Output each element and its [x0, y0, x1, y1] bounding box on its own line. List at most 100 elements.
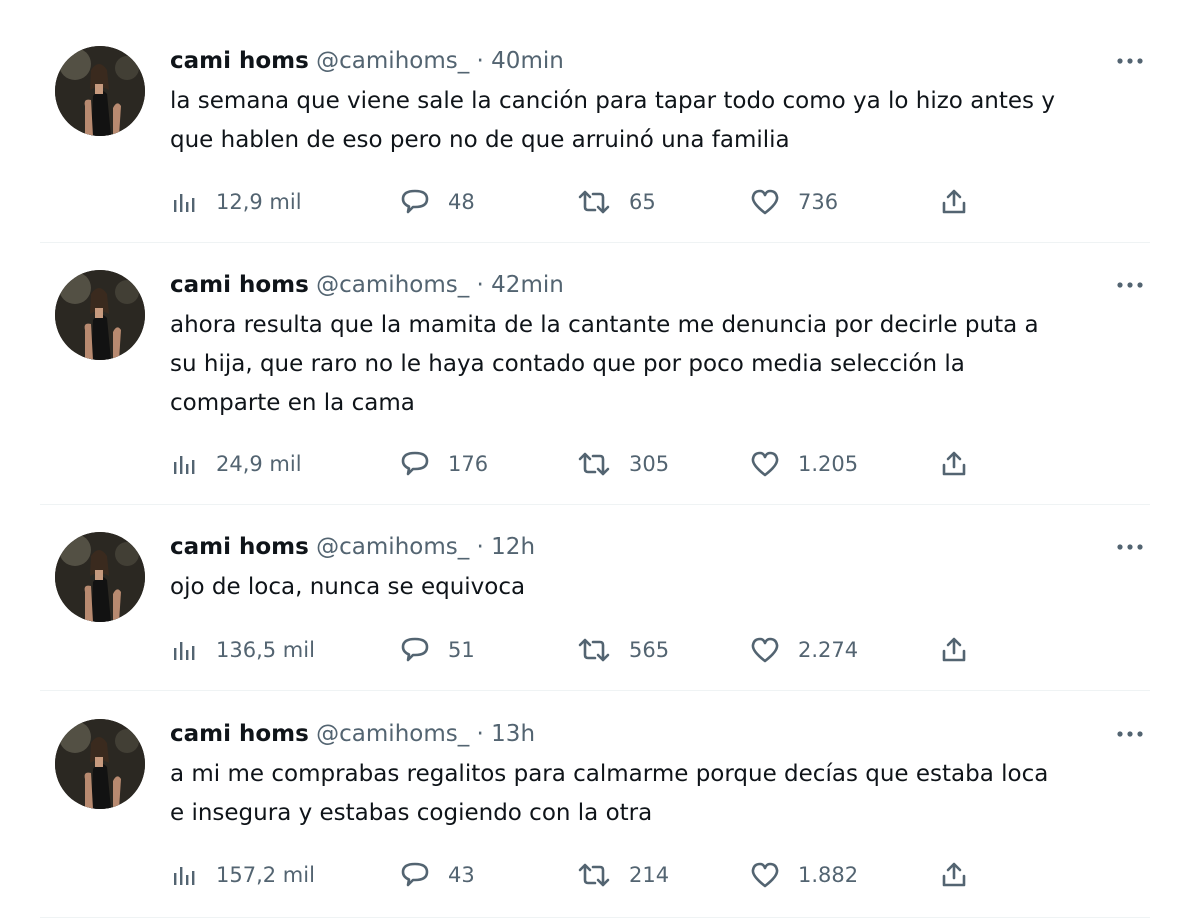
- share-icon: [942, 862, 966, 887]
- user-handle[interactable]: @camihoms_: [316, 534, 469, 560]
- tweet-text-line: que hablen de eso pero no de que arruinó…: [170, 127, 790, 153]
- timestamp[interactable]: 13h: [491, 721, 535, 747]
- like-icon: [751, 862, 779, 888]
- avatar[interactable]: [55, 270, 145, 360]
- tweet-text-line: ahora resulta que la mamita de la cantan…: [170, 312, 1039, 338]
- views-count: 12,9 mil: [216, 190, 302, 214]
- reply-button[interactable]: 51: [400, 635, 475, 665]
- share-icon: [942, 637, 966, 662]
- like-icon: [751, 189, 779, 215]
- tweet-text: ojo de loca, nunca se equivoca: [170, 568, 1140, 607]
- like-button[interactable]: 1.205: [750, 449, 858, 479]
- like-count: 1.882: [798, 863, 859, 887]
- views-count: 24,9 mil: [216, 452, 302, 476]
- avatar[interactable]: [55, 532, 145, 622]
- like-icon: [751, 451, 779, 477]
- tweet[interactable]: cami homs @camihoms_ · 42min ahora resul…: [40, 268, 1150, 505]
- tweet-text-line: a mi me comprabas regalitos para calmarm…: [170, 761, 1049, 787]
- display-name[interactable]: cami homs: [170, 534, 309, 560]
- share-button[interactable]: [940, 449, 968, 479]
- views-count: 136,5 mil: [216, 638, 315, 662]
- display-name[interactable]: cami homs: [170, 272, 309, 298]
- tweet-text-line: la semana que viene sale la canción para…: [170, 88, 1055, 114]
- retweet-icon: [578, 190, 610, 214]
- tweet-header: cami homs @camihoms_ · 13h: [170, 717, 535, 751]
- separator-dot: ·: [476, 48, 484, 74]
- views-button[interactable]: 24,9 mil: [172, 449, 302, 479]
- reply-count: 48: [448, 190, 475, 214]
- retweet-button[interactable]: 305: [577, 449, 669, 479]
- retweet-button[interactable]: 565: [577, 635, 669, 665]
- views-count: 157,2 mil: [216, 863, 315, 887]
- tweet-header: cami homs @camihoms_ · 40min: [170, 44, 564, 78]
- tweet[interactable]: cami homs @camihoms_ · 40min la semana q…: [40, 44, 1150, 243]
- retweet-count: 565: [629, 638, 670, 662]
- more-icon: [1117, 731, 1143, 737]
- tweet-text: a mi me comprabas regalitos para calmarm…: [170, 755, 1140, 833]
- timestamp[interactable]: 12h: [491, 534, 535, 560]
- views-button[interactable]: 12,9 mil: [172, 187, 302, 217]
- more-icon: [1117, 544, 1143, 550]
- retweet-count: 305: [629, 452, 670, 476]
- reply-icon: [401, 637, 429, 662]
- like-count: 736: [798, 190, 839, 214]
- tweet-text-line: su hija, que raro no le haya contado que…: [170, 351, 965, 377]
- like-button[interactable]: 2.274: [750, 635, 858, 665]
- retweet-count: 214: [629, 863, 670, 887]
- reply-count: 43: [448, 863, 475, 887]
- share-button[interactable]: [940, 635, 968, 665]
- views-icon: [174, 456, 195, 474]
- more-button[interactable]: [1110, 46, 1150, 76]
- retweet-count: 65: [629, 190, 656, 214]
- separator-dot: ·: [476, 272, 484, 298]
- like-count: 2.274: [798, 638, 859, 662]
- retweet-icon: [578, 638, 610, 662]
- more-button[interactable]: [1110, 719, 1150, 749]
- tweet-header: cami homs @camihoms_ · 12h: [170, 530, 535, 564]
- timestamp[interactable]: 40min: [491, 48, 564, 74]
- reply-button[interactable]: 176: [400, 449, 488, 479]
- user-handle[interactable]: @camihoms_: [316, 48, 469, 74]
- separator-dot: ·: [476, 721, 484, 747]
- retweet-button[interactable]: 65: [577, 187, 656, 217]
- views-button[interactable]: 136,5 mil: [172, 635, 315, 665]
- tweet-header: cami homs @camihoms_ · 42min: [170, 268, 564, 302]
- separator-dot: ·: [476, 534, 484, 560]
- reply-icon: [401, 189, 429, 214]
- share-button[interactable]: [940, 860, 968, 890]
- views-button[interactable]: 157,2 mil: [172, 860, 315, 890]
- tweet[interactable]: cami homs @camihoms_ · 13h a mi me compr…: [40, 717, 1150, 918]
- reply-count: 176: [448, 452, 489, 476]
- retweet-icon: [578, 863, 610, 887]
- share-button[interactable]: [940, 187, 968, 217]
- share-icon: [942, 451, 966, 476]
- retweet-button[interactable]: 214: [577, 860, 669, 890]
- views-icon: [174, 642, 195, 660]
- tweet-text-line: e insegura y estabas cogiendo con la otr…: [170, 800, 653, 826]
- user-handle[interactable]: @camihoms_: [316, 721, 469, 747]
- like-button[interactable]: 736: [750, 187, 838, 217]
- display-name[interactable]: cami homs: [170, 721, 309, 747]
- reply-icon: [401, 451, 429, 476]
- more-button[interactable]: [1110, 270, 1150, 300]
- avatar[interactable]: [55, 46, 145, 136]
- more-icon: [1117, 282, 1143, 288]
- views-icon: [174, 867, 195, 885]
- avatar[interactable]: [55, 719, 145, 809]
- reply-button[interactable]: 43: [400, 860, 475, 890]
- tweet-text-line: comparte en la cama: [170, 390, 415, 416]
- user-handle[interactable]: @camihoms_: [316, 272, 469, 298]
- retweet-icon: [578, 452, 610, 476]
- like-button[interactable]: 1.882: [750, 860, 858, 890]
- timestamp[interactable]: 42min: [491, 272, 564, 298]
- more-button[interactable]: [1110, 532, 1150, 562]
- reply-count: 51: [448, 638, 475, 662]
- reply-icon: [401, 862, 429, 887]
- tweet-text-line: ojo de loca, nunca se equivoca: [170, 574, 526, 600]
- display-name[interactable]: cami homs: [170, 48, 309, 74]
- reply-button[interactable]: 48: [400, 187, 475, 217]
- tweet-text: la semana que viene sale la canción para…: [170, 82, 1140, 160]
- tweet[interactable]: cami homs @camihoms_ · 12h ojo de loca, …: [40, 530, 1150, 691]
- like-icon: [751, 637, 779, 663]
- like-count: 1.205: [798, 452, 859, 476]
